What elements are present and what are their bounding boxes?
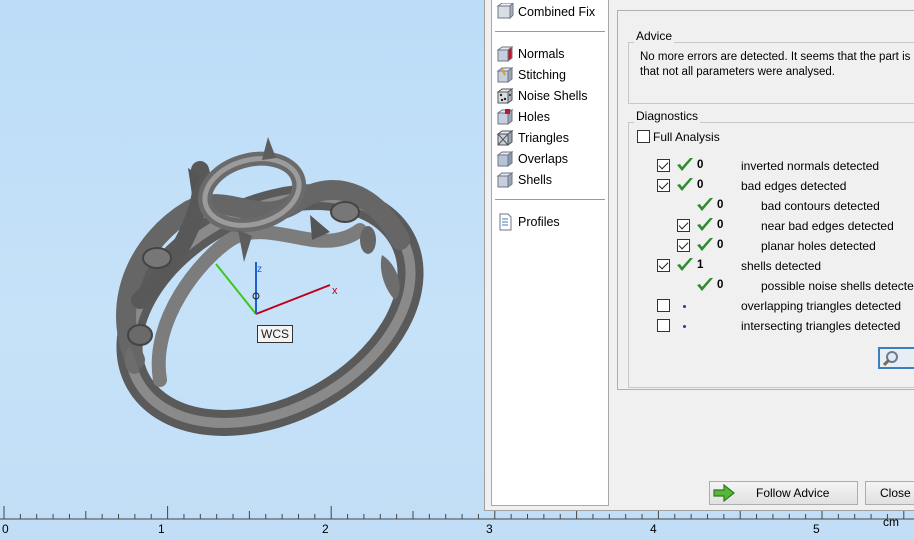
nav-item-stitching[interactable]: Stitching <box>496 65 566 85</box>
diagnostic-label: intersecting triangles detected <box>741 319 901 333</box>
stitching-icon <box>496 66 514 84</box>
y-axis-line <box>215 263 257 315</box>
diagnostic-checkbox[interactable] <box>657 259 670 272</box>
ruler-label: 2 <box>322 522 329 536</box>
diagnostic-checkbox[interactable] <box>677 239 690 252</box>
diagnostic-count: 0 <box>717 239 724 251</box>
nav-item-label: Profiles <box>518 215 560 229</box>
wcs-label: WCS <box>257 325 293 343</box>
diagnostic-label: possible noise shells detected <box>761 279 914 293</box>
nav-item-combined-fix[interactable]: Combined Fix <box>496 1 596 22</box>
ruler-label: 3 <box>486 522 493 536</box>
diagnostic-checkbox[interactable] <box>677 219 690 232</box>
triangles-icon <box>496 129 514 147</box>
diagnostic-label: bad edges detected <box>741 179 847 193</box>
diagnostic-label: shells detected <box>741 259 822 273</box>
ring-model[interactable]: z x <box>0 0 484 500</box>
check-ok-icon <box>697 198 713 211</box>
x-axis-line <box>255 284 331 315</box>
ruler-label: 1 <box>158 522 165 536</box>
advice-text: No more errors are detected. It seems th… <box>640 50 914 80</box>
diagnostic-count: 0 <box>717 279 724 291</box>
profiles-icon <box>496 213 514 231</box>
diagnostic-checkbox[interactable] <box>657 179 670 192</box>
x-axis-label: x <box>332 285 338 297</box>
nav-item-label: Holes <box>518 110 550 124</box>
nav-item-label: Triangles <box>518 131 569 145</box>
diagnostic-label: overlapping triangles detected <box>741 299 902 313</box>
diagnostic-count: 0 <box>717 219 724 231</box>
status-dot-icon <box>683 305 686 308</box>
advice-title: Advice <box>634 29 675 43</box>
nav-item-holes[interactable]: Holes <box>496 107 550 127</box>
diagnostic-count: 0 <box>697 159 704 171</box>
check-ok-icon <box>697 278 713 291</box>
diagnostic-label: planar holes detected <box>761 239 876 253</box>
diagnostic-label: inverted normals detected <box>741 159 880 173</box>
check-ok-icon <box>677 178 693 191</box>
nav-item-normals[interactable]: Normals <box>496 44 565 64</box>
ruler-unit-label: cm <box>883 515 899 529</box>
diagnostic-label: near bad edges detected <box>761 219 894 233</box>
arrow-right-icon <box>713 484 735 502</box>
check-ok-icon <box>677 158 693 171</box>
ruler-label: 5 <box>813 522 820 536</box>
nav-item-noise-shells[interactable]: Noise Shells <box>496 86 587 106</box>
nav-divider <box>495 199 605 200</box>
nav-divider <box>495 31 605 32</box>
diagnostic-label: bad contours detected <box>761 199 880 213</box>
check-ok-icon <box>697 218 713 231</box>
repair-nav-list: Combined Fix Normals Stitching Noise She… <box>491 0 609 506</box>
nav-item-label: Normals <box>518 47 565 61</box>
nav-item-shells[interactable]: Shells <box>496 170 552 190</box>
close-button[interactable]: Close <box>865 481 914 505</box>
analyze-button[interactable] <box>878 347 914 369</box>
nav-item-label: Stitching <box>518 68 566 82</box>
full-analysis-checkbox[interactable] <box>637 130 650 143</box>
diagnostic-count: 0 <box>697 179 704 191</box>
z-axis-label: z <box>257 264 262 275</box>
nav-item-label: Overlaps <box>518 152 569 166</box>
close-label: Close <box>880 486 911 500</box>
follow-advice-button[interactable]: Follow Advice <box>709 481 858 505</box>
normals-icon <box>496 45 514 63</box>
diagnostic-count: 1 <box>697 259 704 271</box>
nav-item-profiles[interactable]: Profiles <box>496 212 560 232</box>
holes-icon <box>496 108 514 126</box>
diagnostic-checkbox[interactable] <box>657 319 670 332</box>
nav-item-triangles[interactable]: Triangles <box>496 128 569 148</box>
ruler-label: 4 <box>650 522 657 536</box>
shells-icon <box>496 171 514 189</box>
full-analysis-label: Full Analysis <box>653 130 720 144</box>
diagnostic-count: 0 <box>717 199 724 211</box>
overlaps-icon <box>496 150 514 168</box>
nav-item-label: Shells <box>518 173 553 187</box>
check-ok-icon <box>697 238 713 251</box>
ruler-label: 0 <box>2 522 9 536</box>
check-ok-icon <box>677 258 693 271</box>
status-dot-icon <box>683 325 686 328</box>
nav-item-overlaps[interactable]: Overlaps <box>496 149 568 169</box>
diagnostic-checkbox[interactable] <box>657 299 670 312</box>
combined-fix-icon <box>496 1 515 21</box>
advice-line: that not all parameters were analysed. <box>640 66 835 78</box>
noise-shells-icon <box>496 87 514 105</box>
diagnostics-title: Diagnostics <box>634 109 701 123</box>
nav-item-label: Combined Fix <box>518 5 596 19</box>
advice-line: No more errors are detected. It seems th… <box>640 51 914 63</box>
diagnostic-checkbox[interactable] <box>657 159 670 172</box>
nav-item-label: Noise Shells <box>518 89 588 103</box>
follow-advice-label: Follow Advice <box>756 486 830 500</box>
